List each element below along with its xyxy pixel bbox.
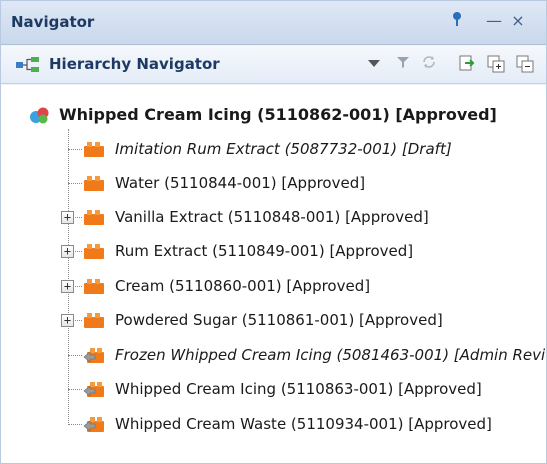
navigator-toolbar: Hierarchy Navigator	[1, 46, 546, 84]
tree-node[interactable]: Cream (5110860-001) [Approved]	[83, 274, 543, 298]
tree-node-label: Powdered Sugar (5110861-001) [Approved]	[115, 311, 443, 329]
tree-connector	[68, 424, 82, 425]
tree-connector	[75, 217, 82, 218]
export-icon[interactable]	[457, 54, 477, 76]
tree-connector	[68, 389, 82, 390]
dropdown-arrow-icon[interactable]	[364, 54, 384, 76]
ingredient-icon	[84, 313, 104, 328]
refresh-icon[interactable]	[419, 54, 439, 76]
toolbar-title: Hierarchy Navigator	[49, 55, 220, 73]
tree-node[interactable]: Imitation Rum Extract (5087732-001) [Dra…	[83, 137, 543, 161]
tree-node-label: Whipped Cream Waste (5110934-001) [Appro…	[115, 415, 492, 433]
tree-node[interactable]: Whipped Cream Icing (5110863-001) [Appro…	[83, 377, 543, 401]
close-icon[interactable]: ×	[508, 10, 528, 32]
expand-toggle[interactable]: +	[61, 245, 74, 258]
tree-node-label: Whipped Cream Icing (5110863-001) [Appro…	[115, 380, 482, 398]
navigator-panel: Navigator — × Hierarchy Navigator Whippe…	[0, 0, 547, 464]
tree-node[interactable]: Powdered Sugar (5110861-001) [Approved]	[83, 308, 543, 332]
hierarchy-icon	[16, 57, 39, 72]
output-icon	[83, 382, 104, 397]
panel-title: Navigator	[11, 13, 95, 31]
pin-icon[interactable]	[447, 10, 467, 32]
tree-root-node[interactable]: Whipped Cream Icing (5110862-001) [Appro…	[29, 103, 529, 127]
tree-node[interactable]: Water (5110844-001) [Approved]	[83, 171, 543, 195]
tree-connector	[68, 149, 82, 150]
tree-node[interactable]: Rum Extract (5110849-001) [Approved]	[83, 239, 543, 263]
output-icon	[83, 417, 104, 432]
expand-all-icon[interactable]	[486, 54, 506, 76]
ingredient-icon	[84, 279, 104, 294]
tree-node-label: Imitation Rum Extract (5087732-001) [Dra…	[115, 140, 452, 158]
hierarchy-tree: Whipped Cream Icing (5110862-001) [Appro…	[1, 85, 546, 463]
expand-toggle[interactable]: +	[61, 280, 74, 293]
collapse-all-icon[interactable]	[515, 54, 535, 76]
filter-icon[interactable]	[393, 54, 413, 76]
ingredient-icon	[84, 210, 104, 225]
tree-connector	[75, 320, 82, 321]
expand-toggle[interactable]: +	[61, 211, 74, 224]
minimize-icon[interactable]: —	[484, 10, 504, 32]
tree-node[interactable]: Vanilla Extract (5110848-001) [Approved]	[83, 205, 543, 229]
tree-node-label: Water (5110844-001) [Approved]	[115, 174, 366, 192]
output-icon	[83, 348, 104, 363]
tree-connector	[68, 129, 69, 425]
tree-connector	[68, 355, 82, 356]
ingredient-icon	[84, 176, 104, 191]
tree-connector	[68, 183, 82, 184]
formula-icon	[30, 107, 49, 124]
tree-connector	[75, 251, 82, 252]
tree-node-label: Frozen Whipped Cream Icing (5081463-001)…	[115, 346, 546, 364]
tree-node-label: Rum Extract (5110849-001) [Approved]	[115, 242, 414, 260]
tree-root-label: Whipped Cream Icing (5110862-001) [Appro…	[59, 105, 497, 124]
ingredient-icon	[84, 244, 104, 259]
tree-node-label: Cream (5110860-001) [Approved]	[115, 277, 371, 295]
tree-node-label: Vanilla Extract (5110848-001) [Approved]	[115, 208, 429, 226]
expand-toggle[interactable]: +	[61, 314, 74, 327]
tree-node[interactable]: Frozen Whipped Cream Icing (5081463-001)…	[83, 343, 546, 367]
tree-node[interactable]: Whipped Cream Waste (5110934-001) [Appro…	[83, 412, 543, 436]
ingredient-icon	[84, 142, 104, 157]
panel-title-bar: Navigator — ×	[1, 1, 546, 45]
tree-connector	[75, 286, 82, 287]
